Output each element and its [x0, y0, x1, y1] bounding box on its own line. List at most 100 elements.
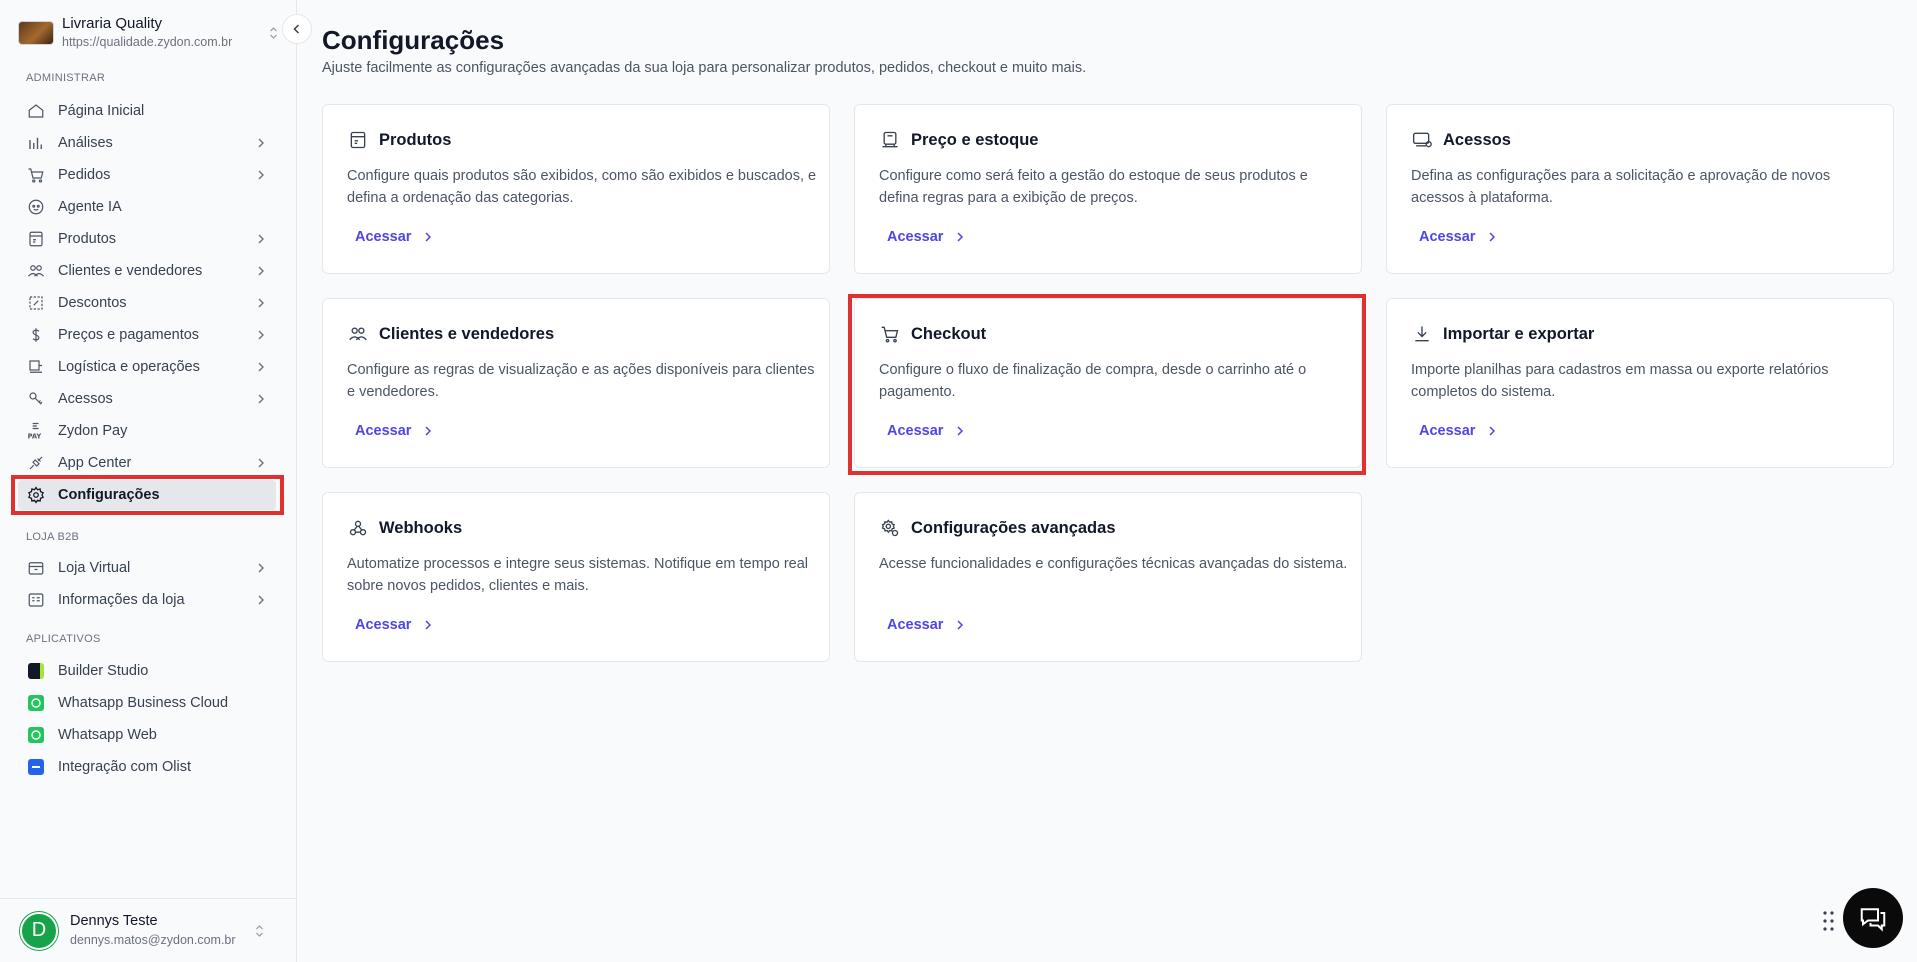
builder-studio-icon: [26, 661, 46, 681]
main-content: Configurações Ajuste facilmente as confi…: [297, 0, 1917, 962]
card-title: Importar e exportar: [1443, 324, 1595, 343]
gear-advanced-icon: [879, 517, 901, 539]
chevron-right-icon: [425, 620, 432, 630]
bot-icon: [26, 197, 46, 217]
sidebar-item-precos-pagamentos[interactable]: Preços e pagamentos: [18, 320, 276, 350]
sidebar-item-pedidos[interactable]: Pedidos: [18, 160, 276, 190]
chevron-right-icon: [258, 595, 264, 605]
chevron-right-icon: [957, 620, 964, 630]
sidebar-item-app-center[interactable]: App Center: [18, 448, 276, 478]
card-description: Acesse funcionalidades e configurações t…: [879, 556, 1348, 572]
sidebar-item-builder-studio[interactable]: Builder Studio: [18, 656, 276, 686]
card-title: Clientes e vendedores: [379, 324, 555, 343]
chevron-right-icon: [258, 458, 264, 468]
box-icon: [26, 229, 46, 249]
sidebar-item-clientes-vendedores[interactable]: Clientes e vendedores: [18, 256, 276, 286]
discount-icon: [26, 293, 46, 313]
cart-icon: [26, 165, 46, 185]
users-icon: [26, 261, 46, 281]
card-importar-exportar: Importar e exportar Importe planilhas pa…: [1386, 298, 1894, 468]
page-title: Configurações: [322, 25, 505, 55]
plug-icon: [26, 453, 46, 473]
page-subtitle: Ajuste facilmente as configurações avanç…: [322, 60, 1087, 76]
chevron-right-icon: [258, 298, 264, 308]
sidebar: Livraria Quality https://qualidade.zydon…: [0, 0, 297, 962]
sidebar-item-descontos[interactable]: Descontos: [18, 288, 276, 318]
access-link[interactable]: Acessar: [887, 617, 967, 633]
pay-icon: PAY: [26, 421, 46, 441]
card-preco-estoque: Preço e estoque Configure como será feit…: [854, 104, 1362, 274]
section-label-b2b: LOJA B2B: [26, 531, 80, 543]
svg-text:PAY: PAY: [28, 433, 42, 441]
card-description: Configure quais produtos são exibidos, c…: [347, 168, 817, 206]
chevron-left-icon: [293, 24, 300, 34]
store-url: https://qualidade.zydon.com.br: [62, 35, 233, 49]
chevron-right-icon: [258, 394, 264, 404]
sidebar-item-produtos[interactable]: Produtos: [18, 224, 276, 254]
user-menu[interactable]: D Dennys Teste dennys.matos@zydon.com.br: [0, 898, 296, 962]
access-link[interactable]: Acessar: [1419, 423, 1499, 439]
access-link[interactable]: Acessar: [355, 229, 435, 245]
card-title: Webhooks: [379, 518, 463, 537]
card-title: Configurações avançadas: [911, 518, 1116, 537]
sidebar-item-whatsapp-business-cloud[interactable]: Whatsapp Business Cloud: [18, 688, 276, 718]
box-icon: [347, 129, 369, 151]
card-description: Automatize processos e integre seus sist…: [347, 556, 808, 594]
access-link[interactable]: Acessar: [1419, 229, 1499, 245]
highlight-box: [11, 475, 284, 515]
sidebar-item-logistica[interactable]: Logística e operações: [18, 352, 276, 382]
chevron-right-icon: [258, 170, 264, 180]
card-webhooks: Webhooks Automatize processos e integre …: [322, 492, 830, 662]
sidebar-item-informacoes-loja[interactable]: Informações da loja: [18, 585, 276, 615]
card-title: Acessos: [1443, 130, 1511, 149]
highlight-box: [848, 294, 1366, 475]
access-link[interactable]: Acessar: [887, 229, 967, 245]
sidebar-item-loja-virtual[interactable]: Loja Virtual: [18, 553, 276, 583]
sidebar-item-pagina-inicial[interactable]: Página Inicial: [18, 96, 276, 126]
access-link[interactable]: Acessar: [355, 423, 435, 439]
card-description: Defina as configurações para a solicitaç…: [1411, 168, 1831, 206]
store-logo: [18, 21, 54, 45]
store-switcher[interactable]: Livraria Quality https://qualidade.zydon…: [18, 14, 280, 52]
chevron-right-icon: [258, 563, 264, 573]
olist-icon: [26, 757, 46, 777]
user-email: dennys.matos@zydon.com.br: [70, 933, 236, 947]
chevron-right-icon: [258, 362, 264, 372]
chat-button[interactable]: [1843, 888, 1903, 948]
chat-icon: [1860, 908, 1886, 932]
card-clientes-vendedores: Clientes e vendedores Configure as regra…: [322, 298, 830, 468]
user-name: Dennys Teste: [70, 913, 158, 929]
chevron-right-icon: [425, 232, 432, 242]
sidebar-item-analises[interactable]: Análises: [18, 128, 276, 158]
collapse-sidebar-button[interactable]: [282, 14, 312, 44]
section-label-admin: ADMINISTRAR: [26, 72, 106, 84]
download-icon: [1411, 323, 1433, 345]
section-label-apps: APLICATIVOS: [26, 633, 101, 645]
access-link[interactable]: Acessar: [355, 617, 435, 633]
chevron-right-icon: [957, 232, 964, 242]
card-description: Importe planilhas para cadastros em mass…: [1411, 362, 1829, 400]
chevron-right-icon: [425, 426, 432, 436]
card-title: Produtos: [379, 130, 452, 149]
access-icon: [1411, 129, 1433, 151]
store-icon: [26, 558, 46, 578]
key-icon: [26, 389, 46, 409]
whatsapp-icon: [26, 725, 46, 745]
chevron-right-icon: [258, 330, 264, 340]
chevron-right-icon: [1489, 426, 1496, 436]
truck-icon: [26, 357, 46, 377]
sidebar-item-integracao-olist[interactable]: Integração com Olist: [18, 752, 276, 782]
store-name: Livraria Quality: [62, 15, 163, 32]
info-card-icon: [26, 590, 46, 610]
sidebar-item-agente-ia[interactable]: Agente IA: [18, 192, 276, 222]
card-description: Configure como será feito a gestão do es…: [879, 168, 1308, 206]
drag-handle-icon[interactable]: [1822, 910, 1836, 932]
card-description: Configure as regras de visualização e as…: [347, 362, 815, 400]
sidebar-item-acessos[interactable]: Acessos: [18, 384, 276, 414]
chevron-right-icon: [258, 234, 264, 244]
sidebar-item-zydon-pay[interactable]: PAY Zydon Pay: [18, 416, 276, 446]
chevron-right-icon: [1489, 232, 1496, 242]
sidebar-item-whatsapp-web[interactable]: Whatsapp Web: [18, 720, 276, 750]
chevron-right-icon: [258, 138, 264, 148]
whatsapp-icon: [26, 693, 46, 713]
